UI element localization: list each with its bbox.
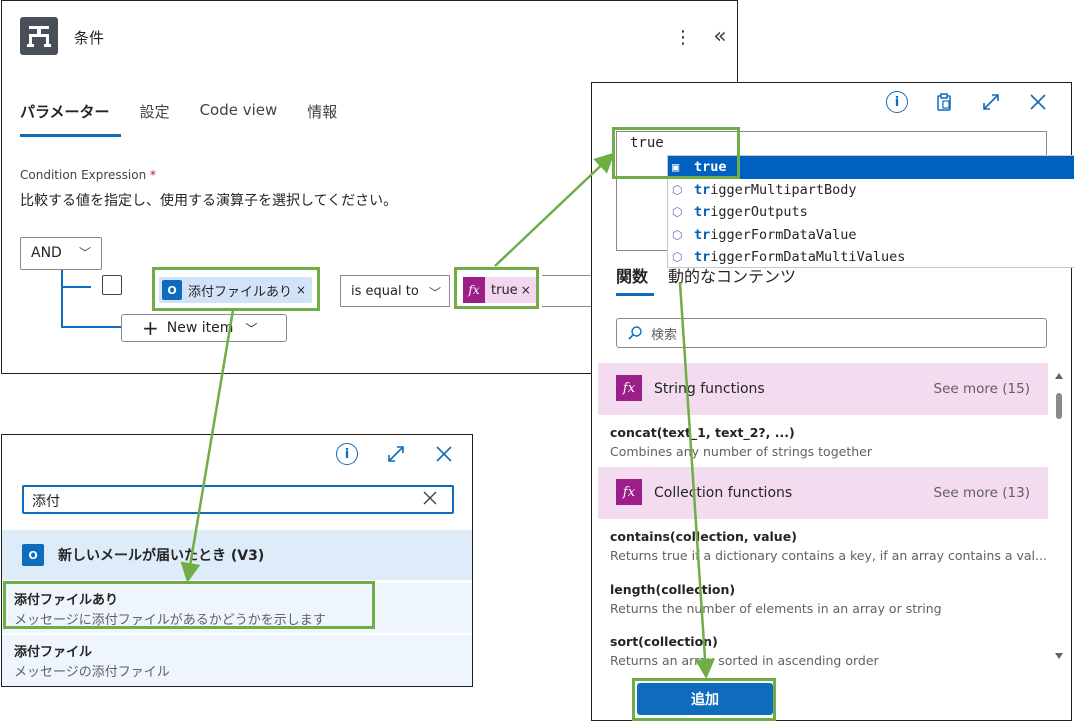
function-icon: fx (616, 375, 642, 401)
category-name: Collection functions (654, 485, 793, 501)
condition-icon (20, 17, 58, 55)
function-item[interactable]: contains(collection, value) Returns true… (610, 529, 1050, 563)
cube-icon: ⬡ (672, 250, 683, 265)
info-icon[interactable]: i (336, 443, 358, 465)
chevron-down-icon: ﹀ (245, 321, 258, 336)
tab-parameters[interactable]: パラメーター (20, 101, 110, 122)
outlook-icon: O (22, 544, 44, 566)
highlight-box (152, 267, 320, 311)
active-tab-indicator (616, 293, 654, 296)
category-collection-functions[interactable]: fx Collection functions See more (13) (598, 467, 1048, 519)
required-mark: * (150, 168, 157, 182)
suggestion-item[interactable]: ⬡ tr iggerFormDataValue (668, 224, 1074, 247)
function-name: sort(collection) (610, 634, 718, 649)
suggestion-item[interactable]: ⬡ tr iggerMultipartBody (668, 179, 1074, 202)
suggestion-rest: iggerFormDataMultiValues (710, 249, 906, 266)
collapse-icon[interactable]: « (708, 23, 732, 49)
info-icon[interactable]: i (886, 91, 908, 113)
chevron-down-icon: ﹀ (428, 286, 441, 300)
item-subtitle: メッセージの添付ファイル (14, 665, 170, 680)
row-checkbox[interactable] (102, 275, 122, 295)
group-title: 新しいメールが届いたとき (V3) (58, 548, 265, 564)
scrollbar[interactable] (1054, 371, 1064, 661)
function-item[interactable]: length(collection) Returns the number of… (610, 582, 1050, 616)
category-string-functions[interactable]: fx String functions See more (15) (598, 363, 1048, 415)
suggestion-match: tr (694, 226, 711, 243)
function-description: Returns an array sorted in ascending ord… (610, 653, 879, 668)
function-description: Returns the number of elements in an arr… (610, 601, 942, 616)
tab-functions[interactable]: 関数 (616, 263, 648, 287)
search-icon (627, 325, 643, 345)
condition-expression-label: Condition Expression * (20, 168, 156, 182)
tab-settings[interactable]: 設定 (140, 101, 170, 122)
logic-operator-value: AND (31, 245, 62, 261)
function-search-input[interactable]: 検索 (616, 318, 1047, 348)
suggestion-item[interactable]: ⬡ tr iggerFormDataMultiValues (668, 246, 1074, 269)
chevron-down-icon: ﹀ (78, 246, 91, 260)
tab-code-view[interactable]: Code view (200, 101, 278, 122)
search-input[interactable]: 添付 (22, 485, 454, 514)
label-text: Condition Expression (20, 168, 147, 182)
expand-icon[interactable] (384, 442, 408, 466)
tab-info[interactable]: 情報 (307, 101, 337, 122)
dynamic-content-panel: i 添付 O 新しいメールが届いたとき (V3) 添付ファイルあり メッセージに… (1, 434, 473, 687)
new-item-button[interactable]: + New item ﹀ (121, 314, 287, 342)
tab-bar: パラメーター 設定 Code view 情報 (20, 101, 367, 122)
see-more-link[interactable]: See more (15) (934, 381, 1030, 397)
panel-title: 条件 (74, 29, 105, 47)
active-tab-indicator (20, 134, 121, 137)
item-title: 添付ファイル (14, 645, 93, 660)
highlight-box (3, 581, 375, 629)
expression-editor-panel: i true 関数 動的なコンテンツ ▣ true ⬡ tr iggerMulti… (591, 82, 1074, 721)
suggestion-match: tr (694, 181, 711, 198)
operator-select[interactable]: is equal to ﹀ (340, 275, 450, 307)
suggestion-rest: iggerFormDataValue (710, 226, 857, 243)
cube-icon: ⬡ (672, 227, 683, 242)
group-header[interactable]: O 新しいメールが届いたとき (V3) (2, 530, 472, 580)
highlight-box (454, 267, 539, 309)
function-name: contains(collection, value) (610, 529, 797, 544)
logic-operator-select[interactable]: AND ﹀ (20, 237, 102, 270)
function-description: Returns true if a dictionary contains a … (610, 548, 1047, 563)
new-item-label: New item (166, 320, 234, 336)
tree-connector (61, 286, 91, 288)
cube-icon: ⬡ (672, 205, 683, 220)
function-item[interactable]: sort(collection) Returns an array sorted… (610, 634, 1050, 668)
condition-description: 比較する値を指定し、使用する演算子を選択してください。 (20, 193, 398, 209)
plus-icon: + (142, 316, 159, 340)
suggestion-match: tr (694, 204, 711, 221)
tree-connector (61, 326, 123, 328)
search-placeholder: 検索 (651, 327, 678, 343)
function-icon: fx (616, 479, 642, 505)
function-name: concat(text_1, text_2?, ...) (610, 425, 795, 440)
suggestion-match: tr (694, 249, 711, 266)
operator-value: is equal to (351, 284, 419, 299)
search-value: 添付 (32, 494, 60, 510)
close-icon[interactable] (1026, 90, 1050, 114)
category-name: String functions (654, 381, 765, 397)
close-icon[interactable] (432, 442, 456, 466)
suggestion-item[interactable]: ⬡ tr iggerOutputs (668, 201, 1074, 224)
see-more-link[interactable]: See more (13) (934, 485, 1030, 501)
list-item[interactable]: 添付ファイル メッセージの添付ファイル (2, 635, 472, 686)
function-description: Combines any number of strings together (610, 444, 872, 459)
tree-connector (61, 270, 63, 327)
more-options-icon[interactable]: ⋮ (672, 25, 694, 49)
clear-search-icon[interactable] (422, 490, 438, 510)
highlight-box (632, 678, 776, 721)
expand-icon[interactable] (979, 90, 1003, 114)
suggestion-rest: iggerMultipartBody (710, 181, 857, 198)
cube-icon: ⬡ (672, 182, 683, 197)
clipboard-icon[interactable] (932, 90, 956, 114)
highlight-box (612, 127, 740, 179)
suggestion-rest: iggerOutputs (710, 204, 808, 221)
function-name: length(collection) (610, 582, 736, 597)
function-item[interactable]: concat(text_1, text_2?, ...) Combines an… (610, 425, 1050, 459)
